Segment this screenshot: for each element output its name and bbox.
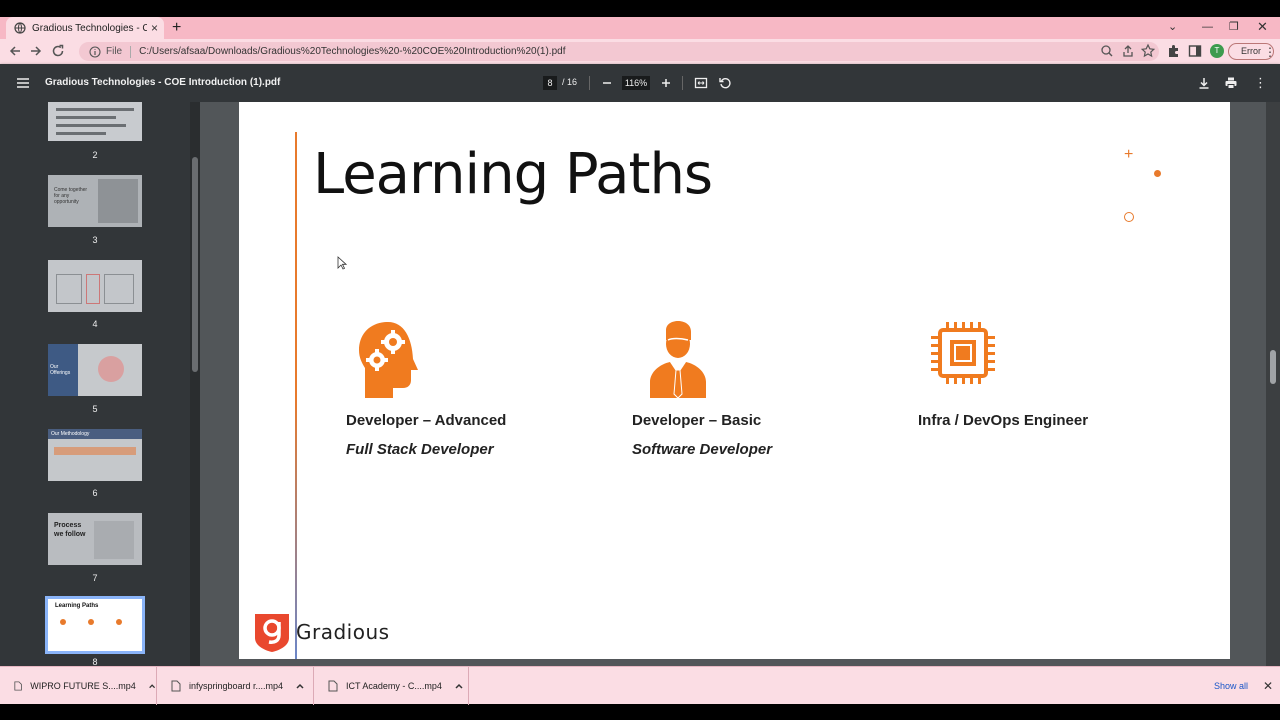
path-role: Full Stack Developer — [346, 441, 494, 458]
fit-to-page-icon[interactable] — [694, 76, 708, 90]
screen: Gradious Technologies - COE Int × + ⌄ — … — [0, 0, 1280, 720]
file-icon — [328, 680, 338, 692]
downloads-bar: WIPRO FUTURE S....mp4 infyspringboard r.… — [0, 666, 1280, 705]
download-item[interactable]: ICT Academy - C....mp4 — [314, 667, 469, 705]
extensions-puzzle-icon[interactable] — [1167, 44, 1181, 58]
print-icon[interactable] — [1224, 76, 1238, 90]
thumbnail-heading: Process we follow — [54, 522, 86, 538]
more-options-icon[interactable]: ⋮ — [1254, 76, 1268, 90]
decor-circle-icon — [1124, 212, 1134, 222]
forward-icon[interactable] — [29, 44, 43, 58]
new-tab-button[interactable]: + — [172, 19, 181, 37]
hamburger-menu-icon[interactable] — [16, 76, 30, 90]
thumbnail-page-2[interactable] — [48, 102, 142, 141]
thumbnail-page-4[interactable] — [48, 260, 142, 312]
omnibox[interactable]: File C:/Users/afsaa/Downloads/Gradious%2… — [79, 42, 1159, 61]
viewer-scrollbar-thumb[interactable] — [1270, 350, 1276, 384]
person-tie-icon — [650, 321, 706, 399]
download-item[interactable]: WIPRO FUTURE S....mp4 — [0, 667, 157, 705]
thumbnail-page-7[interactable]: Process we follow — [48, 513, 142, 565]
download-icon[interactable] — [1197, 76, 1211, 90]
thumbnail-heading: Our Methodology — [51, 431, 90, 437]
download-item[interactable]: infyspringboard r....mp4 — [157, 667, 314, 705]
decor-plus-icon: + — [1124, 146, 1134, 163]
decor-dot-icon — [1154, 170, 1161, 177]
thumbnail-label: 2 — [92, 150, 98, 160]
pdf-title: Gradious Technologies - COE Introduction… — [45, 77, 281, 88]
chip-icon — [931, 322, 995, 384]
address-bar: File C:/Users/afsaa/Downloads/Gradious%2… — [0, 39, 1280, 64]
thumbnail-heading: Come together for any opportunity — [54, 187, 88, 205]
thumbnail-scrollbar[interactable] — [190, 102, 200, 666]
slide-title: Learning Paths — [313, 142, 713, 207]
pdf-toolbar: Gradious Technologies - COE Introduction… — [0, 64, 1280, 102]
pdf-viewer: Learning Paths + Developer – Advanced Fu… — [200, 102, 1280, 666]
minimize-icon[interactable]: — — [1202, 19, 1213, 35]
path-name: Infra / DevOps Engineer — [918, 412, 1089, 429]
globe-icon — [14, 22, 26, 34]
back-icon[interactable] — [8, 44, 22, 58]
accent-bar — [295, 132, 297, 659]
zoom-level-input[interactable]: 116% — [622, 76, 650, 90]
chevron-up-icon[interactable] — [454, 681, 464, 691]
restore-icon[interactable]: ❐ — [1229, 19, 1239, 35]
download-filename: infyspringboard r....mp4 — [189, 681, 284, 691]
thumbnail-label: 8 — [92, 657, 98, 666]
file-icon — [14, 681, 22, 691]
url-text[interactable]: C:/Users/afsaa/Downloads/Gradious%20Tech… — [139, 46, 565, 57]
thumbnail-page-5[interactable]: Our Offerings — [48, 344, 142, 396]
toolbar-divider — [589, 76, 590, 90]
mouse-cursor-icon — [337, 256, 347, 270]
thumbnail-panel: 2 Come together for any opportunity 3 4 … — [0, 102, 200, 666]
page-total: / 16 — [562, 77, 578, 87]
viewer-scrollbar[interactable] — [1266, 102, 1280, 666]
toolbar-divider — [682, 76, 683, 90]
pdf-page: Learning Paths + Developer – Advanced Fu… — [239, 102, 1230, 659]
bookmark-star-icon[interactable] — [1140, 43, 1156, 59]
omnibox-divider — [130, 45, 132, 58]
browser-tab[interactable]: Gradious Technologies - COE Int × — [6, 17, 164, 39]
chevron-up-icon[interactable] — [148, 681, 156, 691]
thumbnail-page-6[interactable]: Our Methodology — [48, 429, 142, 481]
thumbnail-heading: Learning Paths — [55, 603, 99, 609]
zoom-in-icon[interactable] — [659, 76, 673, 90]
share-icon[interactable] — [1120, 43, 1136, 59]
close-tab-icon[interactable]: × — [151, 21, 158, 35]
scheme-label: File — [106, 46, 123, 57]
brand-name: Gradious — [296, 620, 390, 644]
rotate-icon[interactable] — [718, 76, 732, 90]
zoom-magnifier-icon[interactable] — [1099, 43, 1115, 59]
head-gears-icon — [359, 322, 418, 398]
thumbnail-label: 7 — [92, 573, 98, 583]
thumbnail-heading: Our Offerings — [50, 364, 71, 376]
page-number-input[interactable]: 8 — [543, 76, 557, 90]
reload-icon[interactable] — [51, 44, 65, 58]
show-all-downloads-link[interactable]: Show all — [1214, 681, 1248, 691]
thumbnail-label: 4 — [92, 319, 98, 329]
chevron-up-icon[interactable] — [295, 681, 305, 691]
path-name: Developer – Basic — [632, 412, 762, 429]
zoom-out-icon[interactable] — [600, 76, 614, 90]
path-name: Developer – Advanced — [346, 412, 507, 429]
info-icon[interactable] — [89, 45, 101, 58]
thumbnail-label: 5 — [92, 404, 98, 414]
thumbnail-scrollbar-thumb[interactable] — [192, 157, 198, 372]
tab-search-chevron-icon[interactable]: ⌄ — [1168, 19, 1177, 35]
path-role: Software Developer — [632, 441, 773, 458]
thumbnail-label: 3 — [92, 235, 98, 245]
tab-title: Gradious Technologies - COE Int — [32, 22, 147, 34]
side-panel-icon[interactable] — [1188, 44, 1202, 58]
file-icon — [171, 680, 181, 692]
download-filename: ICT Academy - C....mp4 — [346, 681, 442, 691]
close-downloads-icon[interactable]: ✕ — [1263, 679, 1273, 693]
thumbnail-page-3[interactable]: Come together for any opportunity — [48, 175, 142, 227]
download-filename: WIPRO FUTURE S....mp4 — [30, 681, 136, 691]
gradious-logo-icon — [255, 614, 289, 652]
tab-strip: Gradious Technologies - COE Int × + ⌄ — … — [0, 17, 1280, 39]
thumbnail-label: 6 — [92, 488, 98, 498]
menu-kebab-icon[interactable]: ⋮ — [1264, 44, 1276, 60]
profile-avatar[interactable]: T — [1210, 44, 1224, 58]
close-window-icon[interactable]: ✕ — [1257, 19, 1268, 35]
thumbnail-page-8-selected[interactable]: Learning Paths — [45, 596, 145, 654]
